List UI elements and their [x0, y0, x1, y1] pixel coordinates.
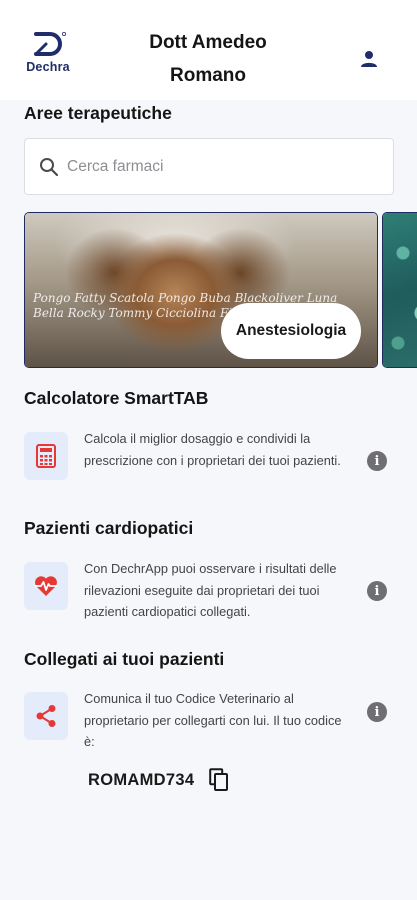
doctor-name: Dott Amedeo Romano	[118, 26, 298, 92]
app-header: Dechra Dott Amedeo Romano	[0, 0, 417, 100]
person-icon	[361, 51, 377, 67]
logo-text: Dechra	[26, 60, 70, 74]
profile-button[interactable]	[352, 44, 386, 74]
therapy-carousel[interactable]: Pongo Fatty Scatola Pongo Buba Blackoliv…	[24, 212, 417, 368]
connect-icon-box	[24, 692, 68, 740]
info-icon[interactable]: i	[367, 581, 387, 601]
search-input[interactable]	[67, 157, 367, 176]
therapy-section-title: Aree terapeutiche	[24, 103, 172, 123]
card-image	[383, 213, 417, 367]
info-icon[interactable]: i	[367, 702, 387, 722]
smarttab-icon-box	[24, 432, 68, 480]
connect-feature[interactable]: Comunica il tuo Codice Veterinario al pr…	[24, 691, 394, 752]
copy-icon	[209, 768, 229, 791]
calculator-icon	[36, 444, 56, 468]
cardiac-feature[interactable]: Con DechrApp puoi osservare i risultati …	[24, 561, 394, 622]
search-bar[interactable]	[24, 138, 394, 195]
therapy-card-label: Anestesiologia	[221, 303, 361, 359]
vet-code: ROMAMD734	[88, 770, 195, 789]
smarttab-description: Calcola il miglior dosaggio e condividi …	[84, 431, 341, 468]
copy-code-button[interactable]	[208, 767, 230, 793]
smarttab-feature[interactable]: Calcola il miglior dosaggio e condividi …	[24, 431, 394, 492]
info-icon[interactable]: i	[367, 451, 387, 471]
connect-section-title: Collegati ai tuoi pazienti	[24, 649, 225, 669]
dechra-logo: Dechra	[20, 30, 76, 80]
cardiac-icon-box	[24, 562, 68, 610]
therapy-card-next[interactable]	[382, 212, 417, 368]
dechra-logo-mark	[34, 32, 66, 56]
cardiac-section-title: Pazienti cardiopatici	[24, 518, 194, 538]
doctor-name-first: Dott Amedeo	[149, 32, 267, 53]
smarttab-section-title: Calcolatore SmartTAB	[24, 388, 209, 408]
search-icon	[40, 157, 59, 176]
connect-description: Comunica il tuo Codice Veterinario al pr…	[84, 691, 342, 749]
vet-code-row: ROMAMD734	[88, 766, 230, 794]
therapy-card-anestesiologia[interactable]: Pongo Fatty Scatola Pongo Buba Blackoliv…	[24, 212, 378, 368]
heartbeat-icon	[35, 576, 57, 596]
share-icon	[36, 705, 56, 727]
cardiac-description: Con DechrApp puoi osservare i risultati …	[84, 561, 337, 619]
doctor-name-last: Romano	[170, 65, 246, 86]
